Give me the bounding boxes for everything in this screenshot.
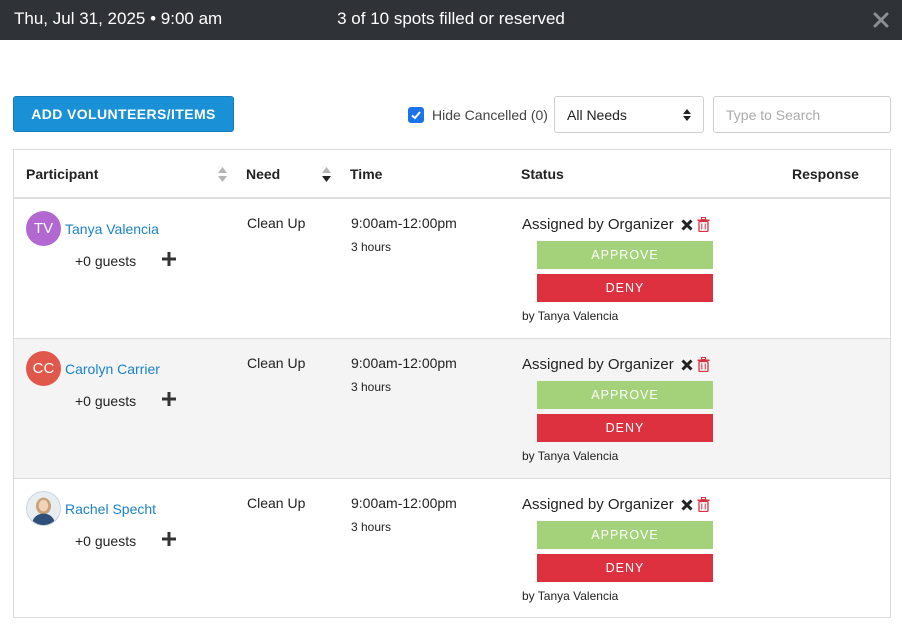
status-text: Assigned by Organizer (522, 496, 674, 513)
deny-button[interactable]: DENY (537, 414, 713, 442)
avatar: TV (26, 211, 61, 246)
response-column-header: Response (792, 166, 859, 182)
avatar: CC (26, 351, 61, 386)
table-row: TV Tanya Valencia +0 guests Clean Up 9:0… (14, 199, 890, 339)
checkmark-icon (411, 111, 421, 120)
assigned-by: by Tanya Valencia (522, 309, 619, 323)
sort-icon[interactable] (322, 167, 331, 182)
time-column-header: Time (350, 166, 383, 182)
need-value: Clean Up (247, 215, 306, 231)
participant-name-link[interactable]: Tanya Valencia (65, 221, 159, 237)
add-guest-icon[interactable] (162, 392, 176, 406)
trash-icon[interactable] (697, 357, 710, 372)
duration-value: 3 hours (351, 520, 392, 534)
remove-icon[interactable] (681, 499, 693, 511)
remove-icon[interactable] (681, 359, 693, 371)
close-icon[interactable] (870, 9, 892, 31)
time-value: 9:00am-12:00pm (351, 355, 457, 371)
guests-count: +0 guests (75, 393, 137, 409)
hide-cancelled-toggle[interactable]: Hide Cancelled (0) (408, 106, 548, 124)
add-guest-icon[interactable] (162, 252, 176, 266)
participant-column-header[interactable]: Participant (26, 166, 98, 182)
trash-icon[interactable] (697, 497, 710, 512)
status-text: Assigned by Organizer (522, 356, 674, 373)
table-header: Participant Need Time Status Response (14, 150, 890, 199)
hide-cancelled-label: Hide Cancelled (0) (432, 107, 548, 123)
need-column-header[interactable]: Need (246, 166, 280, 182)
duration-value: 3 hours (351, 380, 392, 394)
trash-icon[interactable] (697, 217, 710, 232)
approve-button[interactable]: APPROVE (537, 241, 713, 269)
assigned-by: by Tanya Valencia (522, 589, 619, 603)
spots-summary: 3 of 10 spots filled or reserved (337, 9, 565, 28)
need-value: Clean Up (247, 355, 306, 371)
needs-filter-value: All Needs (567, 106, 627, 123)
approve-button[interactable]: APPROVE (537, 521, 713, 549)
add-guest-icon[interactable] (162, 532, 176, 546)
profile-photo-icon (27, 492, 60, 525)
deny-button[interactable]: DENY (537, 554, 713, 582)
needs-filter-select[interactable]: All Needs (554, 96, 704, 133)
participants-table: Participant Need Time Status Response TV… (13, 149, 891, 618)
header-bar: Thu, Jul 31, 2025 • 9:00 am 3 of 10 spot… (0, 0, 902, 40)
table-row: Rachel Specht +0 guests Clean Up 9:00am-… (14, 479, 890, 619)
search-input[interactable] (713, 96, 891, 133)
participant-name-link[interactable]: Carolyn Carrier (65, 361, 160, 377)
time-value: 9:00am-12:00pm (351, 215, 457, 231)
avatar (26, 491, 61, 526)
time-value: 9:00am-12:00pm (351, 495, 457, 511)
add-volunteers-button[interactable]: ADD VOLUNTEERS/ITEMS (13, 96, 234, 132)
sort-icon[interactable] (218, 167, 227, 182)
participant-name-link[interactable]: Rachel Specht (65, 501, 156, 517)
remove-icon[interactable] (681, 219, 693, 231)
assigned-by: by Tanya Valencia (522, 449, 619, 463)
guests-count: +0 guests (75, 533, 137, 549)
approve-button[interactable]: APPROVE (537, 381, 713, 409)
duration-value: 3 hours (351, 240, 392, 254)
table-row: CC Carolyn Carrier +0 guests Clean Up 9:… (14, 339, 890, 479)
select-arrows-icon (683, 108, 691, 121)
status-column-header: Status (521, 166, 564, 182)
need-value: Clean Up (247, 495, 306, 511)
status-text: Assigned by Organizer (522, 216, 674, 233)
guests-count: +0 guests (75, 253, 137, 269)
hide-cancelled-checkbox[interactable] (408, 107, 424, 123)
deny-button[interactable]: DENY (537, 274, 713, 302)
